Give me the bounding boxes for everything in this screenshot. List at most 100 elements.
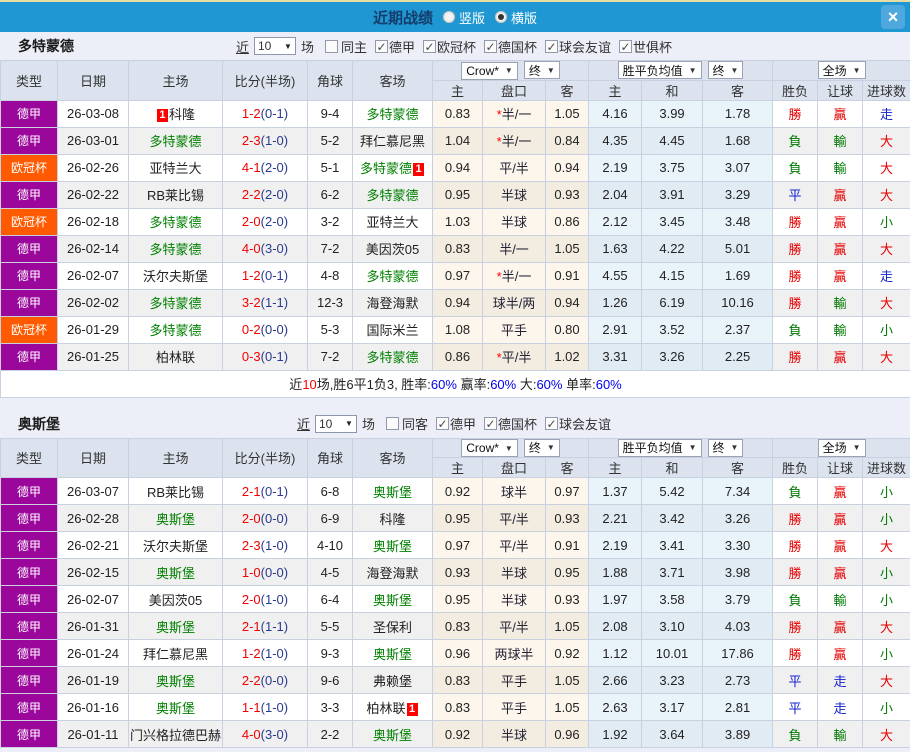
check-icon: ✓ (546, 39, 557, 54)
near-link[interactable]: 近 (297, 414, 310, 433)
match-row: 德甲 26-02-02 多特蒙德 3-2(1-1) 12-3 海登海默 0.94 球半/两 0.… (0, 288, 910, 317)
result-wdl: 勝 (772, 612, 819, 640)
fulltime-score: 2-3 (241, 133, 261, 148)
header-dropdown[interactable]: 终 ▼ (523, 61, 560, 79)
league-type-badge: 欧冠杯 (0, 315, 58, 344)
header-dropdown[interactable]: Crow* ▼ (461, 439, 518, 457)
team-label: 美因茨05 (365, 242, 420, 257)
match-row: 欧冠杯 26-02-18 多特蒙德 2-0(2-0) 3-2 亚特兰大 1.03 半球 0.86… (0, 207, 910, 236)
league-checkbox[interactable]: ✓ (484, 417, 498, 430)
match-count-select[interactable]: 10 ▼ (314, 414, 357, 433)
header-dropdown[interactable]: 终 ▼ (707, 438, 744, 457)
avg-away-odds: 3.26 (702, 504, 774, 532)
column-header: 客场 (352, 60, 433, 101)
corners: 2-2 (307, 720, 353, 748)
avg-away-odds: 2.81 (702, 693, 774, 721)
chevron-down-icon: ▼ (284, 41, 292, 51)
result-goals: 小 (862, 504, 910, 532)
league-checkbox[interactable]: ✓ (374, 39, 388, 54)
dialog-title: 近期战绩 (372, 9, 433, 27)
avg-home-odds: 2.63 (588, 693, 643, 721)
odds-home: 0.97 (432, 531, 483, 559)
avg-away-odds: 7.34 (702, 477, 774, 505)
match-row: 德甲 26-03-08 1 科隆 1-2(0-1) 9-4 多特蒙德 0.83 *半/一 1.05… (0, 99, 910, 128)
summary-segment: 场,胜6平1负3, 胜率: (316, 377, 431, 392)
result-goals: 大 (862, 234, 910, 263)
handicap: 平手 (482, 693, 546, 721)
league-type-badge: 德甲 (0, 288, 58, 317)
column-header: 比分(半场) (222, 60, 308, 101)
header-dropdown[interactable]: 胜平负均值 ▼ (617, 438, 702, 457)
avg-away-odds: 3.07 (702, 153, 774, 182)
away-team: 多特蒙德 1 (352, 153, 433, 182)
halftime-score: (1-0) (260, 133, 289, 148)
league-type-badge: 德甲 (0, 585, 58, 613)
match-date: 26-01-31 (57, 612, 129, 640)
home-team: 拜仁慕尼黑 (128, 639, 223, 667)
section-home-team: 多特蒙德 近 10 ▼ 场 同主 ✓ 德甲 ✓ 欧冠杯 ✓ 德国杯 ✓ 球会友谊 ✓ 世俱杯 (0, 32, 910, 398)
header-dropdown[interactable]: 终 ▼ (523, 438, 560, 457)
league-checkbox[interactable]: ✓ (545, 417, 559, 430)
result-wdl: 勝 (772, 639, 819, 667)
result-wdl: 勝 (772, 207, 819, 236)
result-wdl: 負 (772, 720, 819, 748)
avg-draw-odds: 3.26 (641, 342, 704, 371)
close-button[interactable]: × (881, 5, 905, 29)
check-icon: ✓ (376, 39, 387, 54)
avg-draw-odds: 3.91 (641, 180, 704, 209)
corners: 9-6 (307, 666, 353, 694)
match-row: 德甲 26-02-07 沃尔夫斯堡 1-2(0-1) 4-8 多特蒙德 0.97 *半/一 0.… (0, 261, 910, 290)
team-label: 多特蒙德 (366, 269, 419, 284)
league-checkbox[interactable]: ✓ (423, 39, 436, 53)
dropdown-value: 胜平负均值 (622, 63, 683, 78)
dropdown-value: 胜平负均值 (622, 441, 683, 456)
result-handicap: 贏 (817, 477, 864, 505)
header-dropdown[interactable]: 全场 ▼ (817, 61, 866, 80)
same-venue-checkbox[interactable] (324, 39, 338, 53)
header-dropdown[interactable]: Crow* ▼ (461, 61, 518, 80)
league-checkbox[interactable]: ✓ (619, 39, 633, 53)
team-label: 柏林联 (155, 350, 195, 365)
league-checkbox[interactable]: ✓ (484, 39, 498, 53)
result-handicap: 輸 (817, 315, 864, 344)
match-row: 德甲 26-02-15 奥斯堡 1-0(0-0) 4-5 海登海默 0.93 半球 0.95 1.… (0, 558, 910, 586)
avg-draw-odds: 3.17 (641, 693, 704, 721)
match-count-select[interactable]: 10 ▼ (253, 37, 296, 55)
column-header: 日期 (57, 437, 129, 478)
league-checkbox[interactable]: ✓ (436, 417, 449, 430)
dropdown-value: 全场 (822, 441, 847, 456)
fulltime-score: 2-2 (241, 672, 261, 688)
layout-radio-horizontal[interactable]: 横版 (485, 8, 537, 27)
near-link[interactable]: 近 (236, 37, 249, 56)
league-label: 德甲 (450, 417, 477, 432)
avg-draw-odds: 3.52 (641, 315, 704, 344)
odds-away: 1.05 (544, 234, 590, 263)
result-goals: 大 (862, 126, 910, 155)
section-bar: 奥斯堡 近 10 ▼ 场 同客 ✓ 德甲 ✓ 德国杯 ✓ 球会友谊 (0, 410, 910, 438)
layout-radio-vertical[interactable]: 竖版 (433, 8, 485, 27)
chevron-down-icon: ▼ (546, 65, 555, 75)
same-venue-checkbox[interactable] (385, 417, 399, 430)
header-dropdown[interactable]: 胜平负均值 ▼ (617, 61, 702, 80)
league-checkbox[interactable]: ✓ (545, 39, 559, 54)
score-cell: 4-0(3-0) (222, 720, 308, 748)
radio-icon[interactable] (442, 11, 455, 23)
avg-home-odds: 3.31 (588, 342, 643, 371)
away-team: 拜仁慕尼黑 (352, 126, 433, 155)
sub-column-header: 和 (641, 457, 704, 478)
corners: 3-3 (307, 693, 353, 721)
header-dropdown[interactable]: 终 ▼ (707, 61, 744, 80)
summary-segment: 10 (302, 377, 317, 392)
header-dropdown[interactable]: 全场 ▼ (817, 438, 866, 457)
radio-checked-icon[interactable] (495, 11, 507, 23)
avg-home-odds: 4.35 (588, 126, 643, 155)
odds-home: 0.94 (432, 288, 483, 317)
odds-away: 1.05 (544, 612, 590, 640)
halftime-score: (0-0) (260, 510, 289, 526)
odds-away: 0.97 (544, 477, 590, 505)
odds-away: 1.05 (544, 99, 590, 128)
handicap: *半/一 (482, 126, 546, 155)
league-type-badge: 欧冠杯 (0, 153, 58, 182)
home-team: 奥斯堡 (128, 693, 223, 721)
result-wdl: 負 (772, 315, 819, 344)
